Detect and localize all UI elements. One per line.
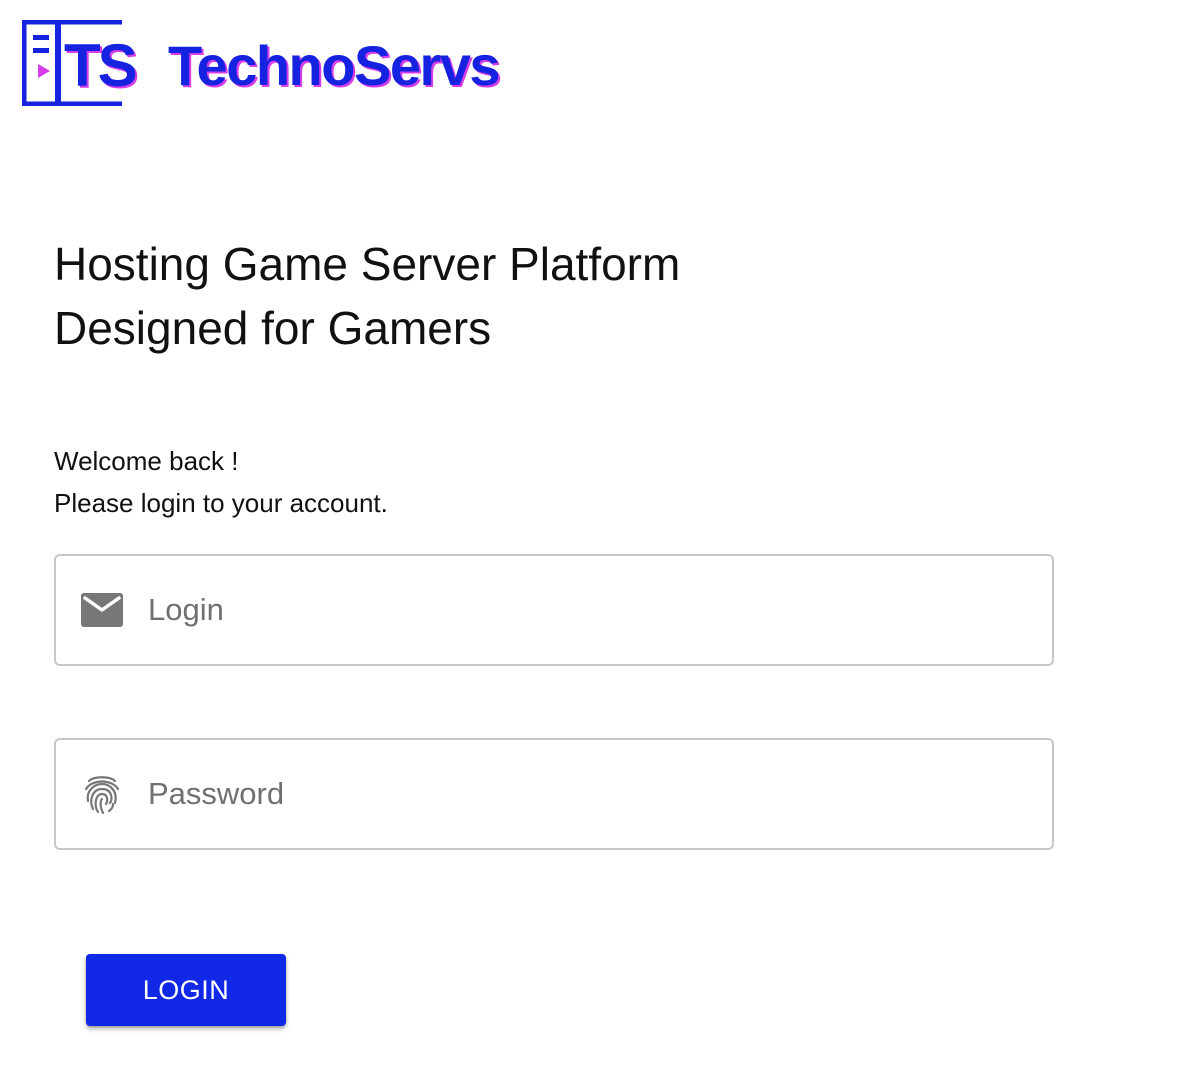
welcome-line-1: Welcome back !: [54, 446, 239, 476]
hero-line-2: Designed for Gamers: [54, 302, 492, 354]
brand-logo[interactable]: TS TS TechnoServs: [22, 20, 501, 106]
welcome-line-2: Please login to your account.: [54, 488, 388, 518]
hero-line-1: Hosting Game Server Platform: [54, 238, 681, 290]
svg-text:TS: TS: [64, 32, 136, 99]
hero-heading: Hosting Game Server Platform Designed fo…: [54, 232, 680, 360]
login-field[interactable]: [54, 554, 1054, 666]
brand-name: TechnoServs: [168, 34, 501, 97]
login-page: TS TS TechnoServs Hosting Game Server Pl…: [0, 0, 1188, 1082]
welcome-message: Welcome back ! Please login to your acco…: [54, 440, 388, 524]
mail-icon: [80, 588, 124, 632]
login-button[interactable]: LOGIN: [86, 954, 286, 1026]
login-input[interactable]: [148, 580, 1008, 640]
password-field[interactable]: [54, 738, 1054, 850]
fingerprint-icon: [80, 772, 124, 816]
password-input[interactable]: [148, 764, 1008, 824]
logo-mark-icon: TS TS: [22, 20, 150, 106]
